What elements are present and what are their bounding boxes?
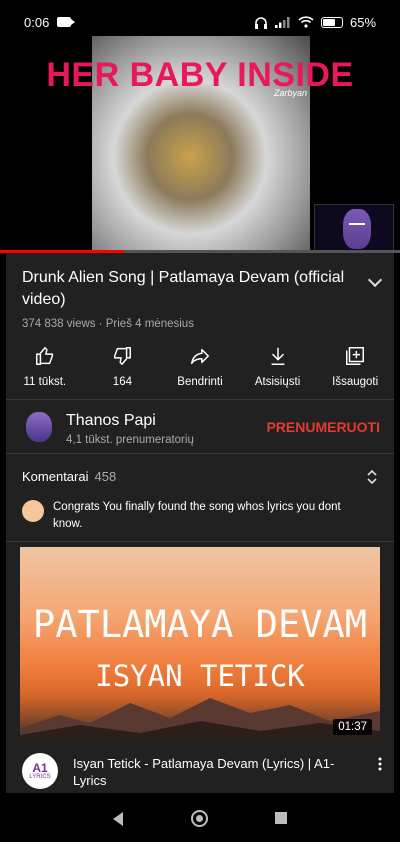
download-button[interactable]: Atsisiųsti	[239, 345, 317, 393]
video-duration: 01:37	[333, 719, 372, 735]
divider	[6, 399, 394, 400]
top-comment: Congrats You finally found the song whos…	[53, 501, 341, 530]
system-nav-bar	[0, 796, 400, 842]
save-button[interactable]: Išsaugoti	[316, 345, 394, 393]
download-label: Atsisiųsti	[254, 376, 301, 388]
dislike-button[interactable]: 164	[84, 345, 162, 393]
thumb-title-line2: ISYAN TETICK	[95, 659, 305, 693]
battery-icon	[320, 16, 343, 28]
like-count: 11 tūkst.	[23, 376, 67, 388]
commenter-avatar	[22, 500, 44, 522]
add-to-playlist-icon	[346, 347, 365, 365]
video-meta: 374 838 views · Prieš 4 mėnesius	[22, 318, 194, 330]
video-watermark: Zarbyan	[274, 88, 308, 98]
thumbs-up-icon	[35, 347, 53, 365]
wifi-icon	[298, 16, 314, 28]
logo-lyrics-text: LYRICS	[29, 774, 51, 780]
video-overlay-title: HER BABY INSIDE	[46, 56, 354, 94]
comments-count: 458	[94, 469, 117, 484]
subscribe-button[interactable]: PRENUMERUOTI	[266, 419, 380, 435]
more-options-icon[interactable]	[378, 757, 382, 771]
status-right: 65%	[254, 15, 376, 30]
a1-lyrics-logo[interactable]: A1 LYRICS	[22, 753, 58, 789]
comments-header: Komentarai 458	[22, 469, 116, 484]
thanos-pip-thumbnail	[314, 204, 394, 254]
dislike-count: 164	[112, 376, 132, 388]
video-player[interactable]: HER BABY INSIDE Zarbyan	[0, 36, 400, 256]
share-icon	[191, 348, 209, 365]
camera-recording-icon	[57, 17, 76, 27]
channel-avatar[interactable]	[26, 412, 52, 442]
next-video-title[interactable]: Isyan Tetick - Patlamaya Devam (Lyrics) …	[73, 755, 363, 789]
comments-label: Komentarai	[22, 469, 89, 484]
like-button[interactable]: 11 tūkst.	[6, 345, 84, 393]
download-icon	[271, 347, 284, 365]
next-video-row[interactable]: A1 LYRICS Isyan Tetick - Patlamaya Devam…	[6, 749, 394, 793]
divider	[6, 453, 394, 454]
recent-apps-icon[interactable]	[275, 812, 287, 824]
expand-description-icon[interactable]	[367, 272, 383, 288]
channel-name[interactable]: Thanos Papi	[66, 412, 156, 430]
video-title[interactable]: Drunk Alien Song | Patlamaya Devam (offi…	[22, 267, 362, 311]
expand-comments-icon[interactable]	[366, 469, 378, 485]
thumbs-down-icon	[114, 347, 132, 365]
signal-icon	[274, 17, 290, 28]
thumb-title-line1: PATLAMAYA DEVAM	[32, 603, 368, 646]
status-left: 0:06	[24, 14, 76, 30]
status-time: 0:06	[24, 14, 50, 30]
action-bar: 11 tūkst. 164 Bendrinti Atsisiųsti Išsau…	[6, 345, 394, 393]
battery-percent: 65%	[349, 14, 376, 30]
comments-section[interactable]: Komentarai 458 Congrats You finally found…	[6, 459, 394, 541]
share-button[interactable]: Bendrinti	[161, 345, 239, 393]
headphones-icon	[254, 16, 267, 29]
thanos-face-icon	[343, 209, 371, 249]
home-icon[interactable]	[191, 810, 208, 827]
save-label: Išsaugoti	[332, 376, 379, 388]
video-details-panel: Drunk Alien Song | Patlamaya Devam (offi…	[6, 253, 394, 793]
share-label: Bendrinti	[177, 376, 223, 388]
next-video-thumbnail[interactable]: PATLAMAYA DEVAM ISYAN TETICK 01:37	[20, 547, 380, 743]
channel-subscribers: 4,1 tūkst. prenumeratorių	[66, 434, 194, 446]
divider	[6, 541, 394, 542]
back-icon[interactable]	[113, 812, 123, 826]
logo-a1-text: A1	[32, 761, 48, 775]
channel-row[interactable]: Thanos Papi 4,1 tūkst. prenumeratorių PR…	[6, 403, 394, 453]
